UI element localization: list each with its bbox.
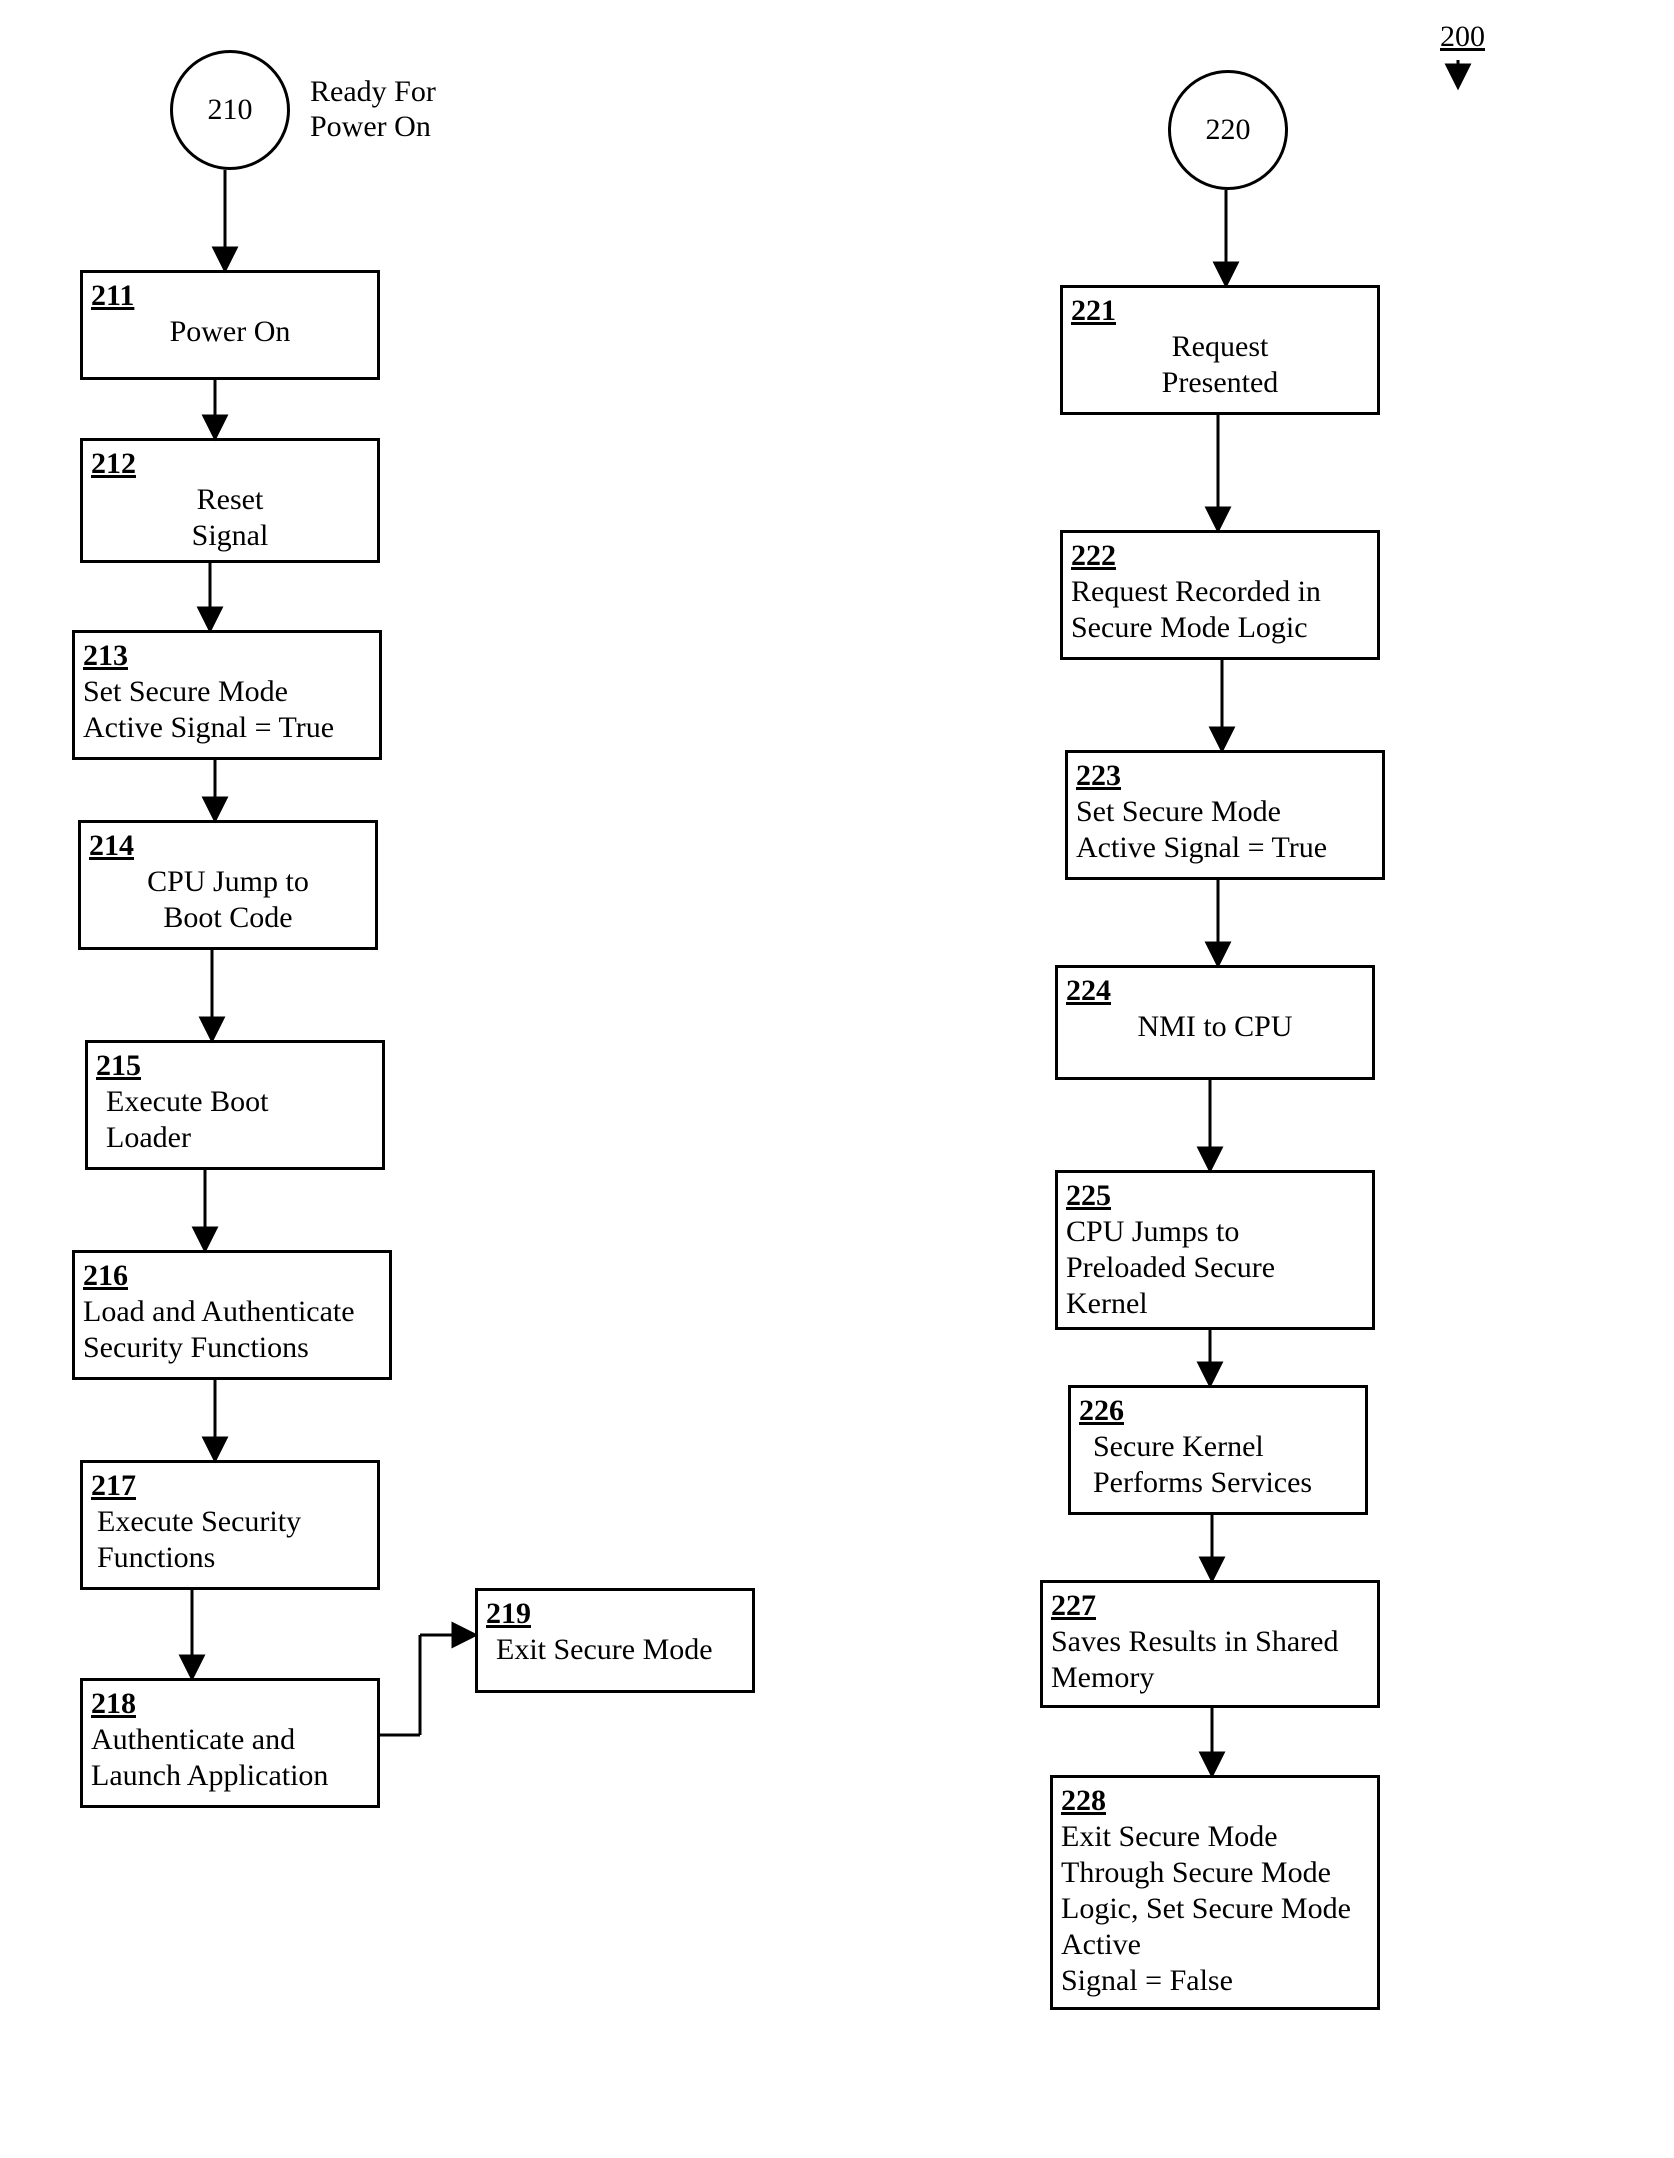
node-227: 227 Saves Results in Shared Memory	[1040, 1580, 1380, 1708]
node-226-text: Secure Kernel Performs Services	[1079, 1429, 1357, 1501]
node-215-num: 215	[96, 1049, 374, 1082]
node-221-num: 221	[1071, 294, 1369, 327]
node-217-num: 217	[91, 1469, 369, 1502]
node-213: 213 Set Secure Mode Active Signal = True	[72, 630, 382, 760]
flowchart-canvas: 200 210 Ready For Power On 211 Power On …	[0, 0, 1674, 2158]
ready-for-power-on-label: Ready For Power On	[310, 75, 436, 144]
node-211-num: 211	[91, 279, 369, 312]
node-224: 224 NMI to CPU	[1055, 965, 1375, 1080]
left-start-circle: 210	[170, 50, 290, 170]
figure-ref-number: 200	[1440, 20, 1485, 55]
node-223: 223 Set Secure Mode Active Signal = True	[1065, 750, 1385, 880]
node-225-num: 225	[1066, 1179, 1364, 1212]
node-228-num: 228	[1061, 1784, 1369, 1817]
node-212-num: 212	[91, 447, 369, 480]
node-216: 216 Load and Authenticate Security Funct…	[72, 1250, 392, 1380]
node-222: 222 Request Recorded in Secure Mode Logi…	[1060, 530, 1380, 660]
node-212: 212 Reset Signal	[80, 438, 380, 563]
node-219-text: Exit Secure Mode	[486, 1632, 744, 1668]
node-228: 228 Exit Secure Mode Through Secure Mode…	[1050, 1775, 1380, 2010]
node-224-text: NMI to CPU	[1066, 1009, 1364, 1045]
node-227-num: 227	[1051, 1589, 1369, 1622]
node-225: 225 CPU Jumps to Preloaded Secure Kernel	[1055, 1170, 1375, 1330]
right-start-circle: 220	[1168, 70, 1288, 190]
node-213-num: 213	[83, 639, 371, 672]
node-219: 219 Exit Secure Mode	[475, 1588, 755, 1693]
node-214: 214 CPU Jump to Boot Code	[78, 820, 378, 950]
node-218-text: Authenticate and Launch Application	[91, 1722, 369, 1794]
node-213-text: Set Secure Mode Active Signal = True	[83, 674, 371, 746]
node-222-text: Request Recorded in Secure Mode Logic	[1071, 574, 1369, 646]
right-start-circle-label: 220	[1206, 113, 1251, 147]
node-214-num: 214	[89, 829, 367, 862]
node-226-num: 226	[1079, 1394, 1357, 1427]
node-224-num: 224	[1066, 974, 1364, 1007]
node-211: 211 Power On	[80, 270, 380, 380]
left-start-circle-label: 210	[208, 93, 253, 127]
node-218-num: 218	[91, 1687, 369, 1720]
node-218: 218 Authenticate and Launch Application	[80, 1678, 380, 1808]
node-226: 226 Secure Kernel Performs Services	[1068, 1385, 1368, 1515]
node-214-text: CPU Jump to Boot Code	[89, 864, 367, 936]
node-221: 221 Request Presented	[1060, 285, 1380, 415]
node-225-text: CPU Jumps to Preloaded Secure Kernel	[1066, 1214, 1364, 1322]
node-217-text: Execute Security Functions	[91, 1504, 369, 1576]
node-227-text: Saves Results in Shared Memory	[1051, 1624, 1369, 1696]
node-212-text: Reset Signal	[91, 482, 369, 554]
node-215-text: Execute Boot Loader	[96, 1084, 374, 1156]
node-216-text: Load and Authenticate Security Functions	[83, 1294, 381, 1366]
node-219-num: 219	[486, 1597, 744, 1630]
node-217: 217 Execute Security Functions	[80, 1460, 380, 1590]
node-221-text: Request Presented	[1071, 329, 1369, 401]
node-215: 215 Execute Boot Loader	[85, 1040, 385, 1170]
node-211-text: Power On	[91, 314, 369, 350]
node-228-text: Exit Secure Mode Through Secure Mode Log…	[1061, 1819, 1369, 1999]
node-223-num: 223	[1076, 759, 1374, 792]
node-223-text: Set Secure Mode Active Signal = True	[1076, 794, 1374, 866]
node-222-num: 222	[1071, 539, 1369, 572]
node-216-num: 216	[83, 1259, 381, 1292]
